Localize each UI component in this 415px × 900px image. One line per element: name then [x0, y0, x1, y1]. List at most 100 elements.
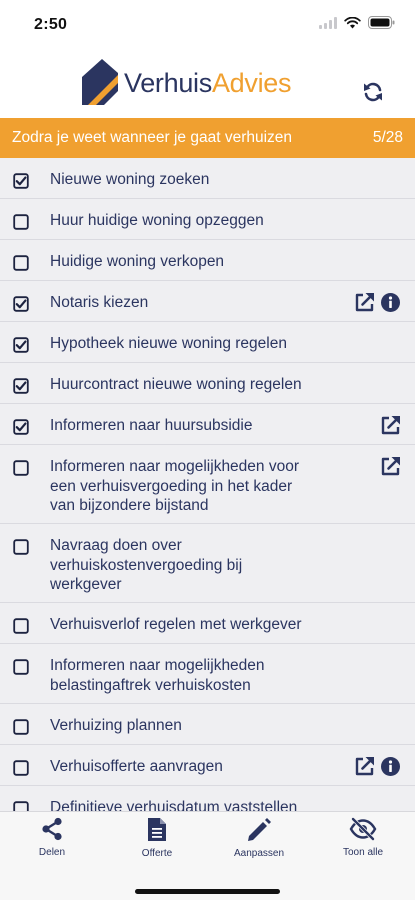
- checklist-row[interactable]: Verhuizing plannen: [0, 704, 415, 745]
- checklist-item-label: Navraag doen over verhuiskostenvergoeding…: [50, 536, 242, 595]
- tab-label-quote: Offerte: [141, 848, 173, 859]
- empty-box-icon: [13, 214, 29, 230]
- status-icons: [319, 16, 395, 29]
- checklist-item-label: Verhuisofferte aanvragen: [50, 757, 223, 777]
- home-indicator[interactable]: [135, 889, 280, 894]
- checked-box-icon: [13, 419, 29, 435]
- edit-button[interactable]: Aanpassen: [219, 817, 299, 859]
- checklist-row[interactable]: Huidige woning verkopen: [0, 240, 415, 281]
- share-button[interactable]: Delen: [12, 817, 92, 858]
- label-line: een verhuisvergoeding in het kader: [50, 477, 293, 495]
- document-icon: [148, 818, 166, 841]
- checklist-row[interactable]: Hypotheek nieuwe woning regelen: [0, 322, 415, 363]
- checklist-row[interactable]: Notaris kiezen: [0, 281, 415, 322]
- checklist[interactable]: Nieuwe woning zoeken Huur huidige woning …: [0, 158, 415, 811]
- bottom-toolbar: Delen Offerte Aanpassen Toon alle: [0, 811, 415, 900]
- external-link-icon[interactable]: [354, 292, 375, 313]
- checklist-row[interactable]: Verhuisverlof regelen met werkgever: [0, 603, 415, 644]
- checklist-row[interactable]: Informeren naar mogelijkheden belastingaf…: [0, 644, 415, 704]
- label-line: verhuiskostenvergoeding bij: [50, 556, 243, 574]
- label-line: Informeren naar huursubsidie: [50, 417, 253, 434]
- share-icon: [42, 817, 62, 841]
- progress-counter: 5/28: [372, 129, 403, 146]
- tab-label-edit: Aanpassen: [233, 848, 285, 859]
- label-line: Verhuisofferte aanvragen: [50, 758, 223, 775]
- label-line: Huidige woning verkopen: [50, 253, 225, 270]
- checked-box-icon: [13, 337, 29, 353]
- checklist-item-label: Huidige woning verkopen: [50, 252, 224, 272]
- checkbox-unchecked[interactable]: [13, 214, 29, 230]
- label-line: Informeren naar mogelijkheden: [50, 657, 265, 674]
- checkbox-checked[interactable]: [13, 337, 29, 353]
- checkbox-unchecked[interactable]: [13, 719, 29, 735]
- checklist-row[interactable]: Navraag doen over verhuiskostenvergoeding…: [0, 524, 415, 603]
- show-all-button[interactable]: Toon alle: [323, 817, 403, 858]
- checklist-row[interactable]: Informeren naar huursubsidie: [0, 404, 415, 445]
- label-line: Informeren naar mogelijkheden voor: [50, 458, 299, 475]
- logo-text: VerhuisAdvies: [124, 68, 292, 98]
- external-link-icon[interactable]: [354, 756, 375, 777]
- external-link-icon[interactable]: [380, 456, 401, 477]
- checkbox-checked[interactable]: [13, 173, 29, 189]
- empty-box-icon: [13, 659, 29, 675]
- empty-box-icon: [13, 801, 29, 811]
- label-line: werkgever: [50, 576, 122, 593]
- checklist-item-label: Huurcontract nieuwe woning regelen: [50, 375, 302, 395]
- label-line: Notaris kiezen: [50, 294, 149, 311]
- checkbox-unchecked[interactable]: [13, 618, 29, 634]
- checklist-row[interactable]: Verhuisofferte aanvragen: [0, 745, 415, 786]
- refresh-button[interactable]: [361, 80, 385, 104]
- checked-box-icon: [13, 296, 29, 312]
- refresh-icon: [364, 82, 382, 102]
- checkbox-checked[interactable]: [13, 378, 29, 394]
- checklist-item-label: Hypotheek nieuwe woning regelen: [50, 334, 287, 354]
- label-line: Hypotheek nieuwe woning regelen: [50, 335, 287, 352]
- info-icon[interactable]: [380, 756, 401, 777]
- label-line: van bijzondere bijstand: [50, 497, 209, 514]
- row-actions: [354, 756, 401, 777]
- label-line: Navraag doen over: [50, 537, 182, 554]
- checkbox-unchecked[interactable]: [13, 659, 29, 675]
- checkbox-checked[interactable]: [13, 296, 29, 312]
- label-line: Verhuisverlof regelen met werkgever: [50, 616, 302, 633]
- checkbox-unchecked[interactable]: [13, 255, 29, 271]
- empty-box-icon: [13, 618, 29, 634]
- external-link-icon[interactable]: [380, 415, 401, 436]
- checkbox-unchecked[interactable]: [13, 760, 29, 776]
- section-banner: Zodra je weet wanneer je gaat verhuizen …: [0, 118, 415, 158]
- empty-box-icon: [13, 719, 29, 735]
- wifi-icon: [344, 16, 361, 29]
- checked-box-icon: [13, 378, 29, 394]
- row-actions: [354, 292, 401, 313]
- empty-box-icon: [13, 255, 29, 271]
- status-bar: 2:50: [0, 0, 415, 50]
- label-line: Huur huidige woning opzeggen: [50, 212, 264, 229]
- checklist-row[interactable]: Huur huidige woning opzeggen: [0, 199, 415, 240]
- checklist-item-label: Informeren naar huursubsidie: [50, 416, 252, 436]
- checkbox-unchecked[interactable]: [13, 801, 29, 811]
- tab-label-share: Delen: [38, 847, 66, 858]
- signal-icon: [319, 16, 337, 29]
- checkbox-checked[interactable]: [13, 419, 29, 435]
- empty-box-icon: [13, 460, 29, 476]
- checklist-item-label: Huur huidige woning opzeggen: [50, 211, 264, 231]
- checklist-item-label: Notaris kiezen: [50, 293, 148, 313]
- checklist-item-label: Verhuizing plannen: [50, 716, 182, 736]
- checklist-row[interactable]: Definitieve verhuisdatum vaststellen: [0, 786, 415, 811]
- checklist-item-label: Nieuwe woning zoeken: [50, 170, 209, 190]
- checklist-item-label: Verhuisverlof regelen met werkgever: [50, 615, 302, 635]
- label-line: Definitieve verhuisdatum vaststellen: [50, 799, 298, 811]
- checklist-item-label: Definitieve verhuisdatum vaststellen: [50, 798, 297, 811]
- checkbox-unchecked[interactable]: [13, 539, 29, 555]
- checklist-row[interactable]: Nieuwe woning zoeken: [0, 158, 415, 199]
- row-actions: [380, 456, 401, 477]
- checkbox-unchecked[interactable]: [13, 460, 29, 476]
- quote-button[interactable]: Offerte: [117, 817, 197, 859]
- house-logo-icon: [82, 59, 118, 105]
- checklist-row[interactable]: Huurcontract nieuwe woning regelen: [0, 363, 415, 404]
- checklist-row[interactable]: Informeren naar mogelijkheden voor een ve…: [0, 445, 415, 524]
- label-line: Nieuwe woning zoeken: [50, 171, 210, 188]
- tab-label-show-all: Toon alle: [342, 847, 384, 858]
- info-icon[interactable]: [380, 292, 401, 313]
- empty-box-icon: [13, 539, 29, 555]
